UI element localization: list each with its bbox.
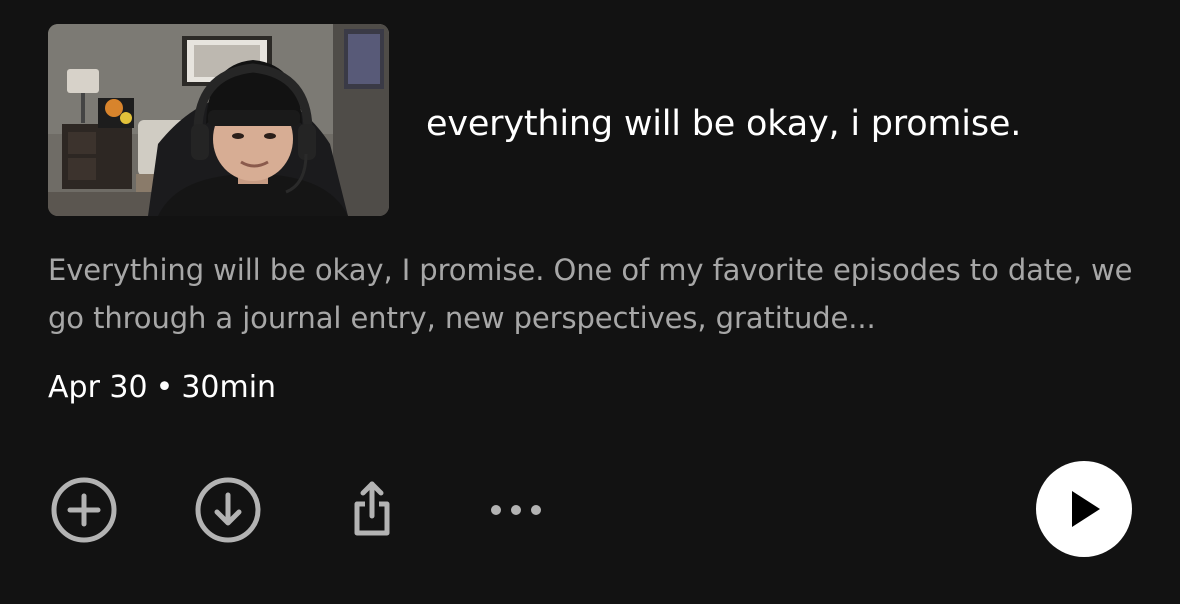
play-button[interactable] [1036, 461, 1132, 557]
add-to-library-button[interactable] [49, 476, 119, 546]
episode-thumbnail[interactable] [48, 24, 389, 216]
episode-description: Everything will be okay, I promise. One … [48, 253, 1133, 335]
episode-card[interactable]: everything will be okay, i promise. Ever… [0, 0, 1180, 604]
episode-title[interactable]: everything will be okay, i promise. [426, 99, 1021, 149]
more-options-button[interactable] [481, 476, 551, 546]
episode-date: Apr 30 [48, 370, 148, 405]
episode-duration: 30min [181, 370, 277, 405]
more-dots-icon [491, 505, 541, 515]
download-circle-icon [195, 477, 261, 543]
download-button[interactable] [193, 476, 263, 546]
podcast-cover-image [48, 24, 389, 216]
meta-separator: • [155, 370, 174, 405]
play-icon [1072, 491, 1100, 527]
share-icon [354, 481, 390, 536]
episode-meta: Apr 30 • 30min [48, 364, 276, 412]
plus-circle-icon [51, 477, 117, 543]
share-button[interactable] [337, 476, 407, 546]
